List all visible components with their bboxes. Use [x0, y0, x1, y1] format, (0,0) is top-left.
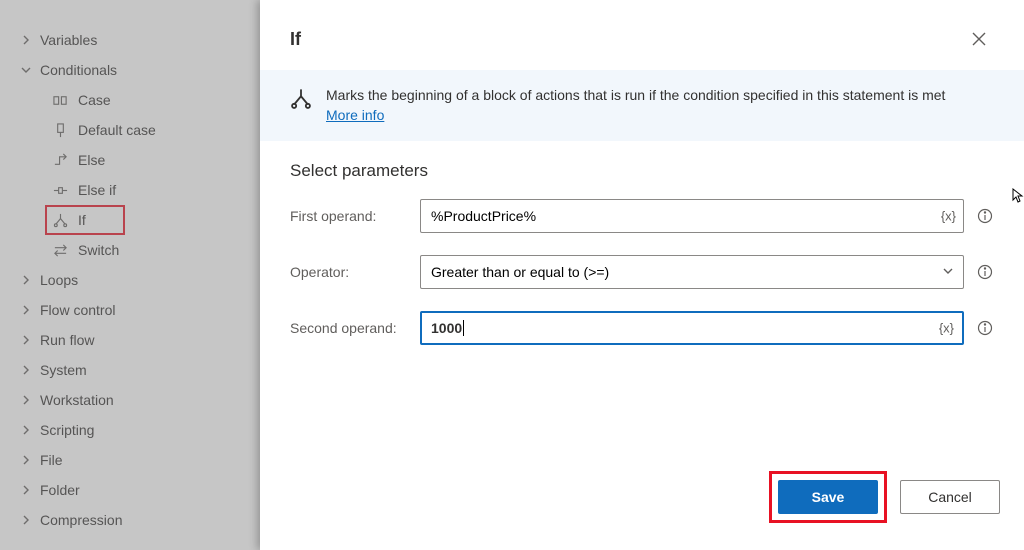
default-case-icon	[52, 122, 68, 138]
tree-item-if[interactable]: If	[45, 205, 125, 235]
save-button[interactable]: Save	[778, 480, 878, 514]
chevron-right-icon	[20, 364, 32, 376]
first-operand-input[interactable]	[420, 199, 964, 233]
tree-label: Else if	[78, 182, 116, 198]
tree-item-conditionals[interactable]: Conditionals	[0, 55, 260, 85]
tree-label: Flow control	[40, 302, 115, 318]
chevron-right-icon	[20, 34, 32, 46]
field-operator: Operator:	[290, 255, 994, 289]
tree-item-elseif[interactable]: Else if	[0, 175, 260, 205]
tree-label: Case	[78, 92, 111, 108]
chevron-down-icon	[20, 64, 32, 76]
chevron-right-icon	[20, 424, 32, 436]
panel-footer: Save Cancel	[260, 460, 1024, 550]
info-icon[interactable]	[976, 263, 994, 281]
tree-item-case[interactable]: Case	[0, 85, 260, 115]
switch-icon	[52, 242, 68, 258]
text-caret	[463, 320, 464, 336]
tree-item-default-case[interactable]: Default case	[0, 115, 260, 145]
chevron-right-icon	[20, 304, 32, 316]
case-icon	[52, 92, 68, 108]
info-icon[interactable]	[976, 207, 994, 225]
tree-item-loops[interactable]: Loops	[0, 265, 260, 295]
save-highlight: Save	[772, 474, 884, 520]
tree-item-file[interactable]: File	[0, 445, 260, 475]
tree-item-scripting[interactable]: Scripting	[0, 415, 260, 445]
second-operand-input[interactable]: 1000	[420, 311, 964, 345]
tree-label: Else	[78, 152, 105, 168]
tree-item-switch[interactable]: Switch	[0, 235, 260, 265]
tree-label: Conditionals	[40, 62, 117, 78]
chevron-right-icon	[20, 274, 32, 286]
tree-item-run-flow[interactable]: Run flow	[0, 325, 260, 355]
mouse-cursor-icon	[1012, 188, 1024, 207]
tree-item-workstation[interactable]: Workstation	[0, 385, 260, 415]
tree-item-variables[interactable]: Variables	[0, 25, 260, 55]
tree-item-else[interactable]: Else	[0, 145, 260, 175]
tree-label: System	[40, 362, 87, 378]
more-info-link[interactable]: More info	[326, 107, 384, 123]
operator-select[interactable]	[420, 255, 964, 289]
chevron-right-icon	[20, 454, 32, 466]
tree-item-compression[interactable]: Compression	[0, 505, 260, 535]
tree-label: Run flow	[40, 332, 94, 348]
tree-label: Folder	[40, 482, 80, 498]
tree-item-flow-control[interactable]: Flow control	[0, 295, 260, 325]
if-icon	[290, 88, 312, 110]
tree-label: Switch	[78, 242, 119, 258]
description-bar: Marks the beginning of a block of action…	[260, 70, 1024, 141]
tree-label: If	[78, 212, 86, 228]
tree-label: Loops	[40, 272, 78, 288]
else-icon	[52, 152, 68, 168]
elseif-icon	[52, 182, 68, 198]
tree-label: File	[40, 452, 63, 468]
panel-title: If	[290, 29, 301, 50]
actions-sidebar: Variables Conditionals Case Default case	[0, 0, 260, 550]
tree-item-folder[interactable]: Folder	[0, 475, 260, 505]
field-label: Operator:	[290, 264, 420, 280]
action-config-panel: If Marks the beginning of a block of act…	[260, 0, 1024, 550]
description-text: Marks the beginning of a block of action…	[326, 87, 945, 103]
tree-label: Variables	[40, 32, 97, 48]
close-button[interactable]	[964, 24, 994, 54]
cancel-button[interactable]: Cancel	[900, 480, 1000, 514]
field-first-operand: First operand: {x}	[290, 199, 994, 233]
tree-label: Default case	[78, 122, 156, 138]
tree-label: Scripting	[40, 422, 94, 438]
field-second-operand: Second operand: 1000 {x}	[290, 311, 994, 345]
chevron-right-icon	[20, 394, 32, 406]
chevron-right-icon	[20, 484, 32, 496]
input-value: 1000	[431, 320, 462, 336]
chevron-right-icon	[20, 514, 32, 526]
info-icon[interactable]	[976, 319, 994, 337]
tree-label: Workstation	[40, 392, 114, 408]
field-label: First operand:	[290, 208, 420, 224]
if-icon	[52, 212, 68, 228]
chevron-right-icon	[20, 334, 32, 346]
tree-item-system[interactable]: System	[0, 355, 260, 385]
section-title: Select parameters	[290, 161, 994, 181]
tree-label: Compression	[40, 512, 122, 528]
field-label: Second operand:	[290, 320, 420, 336]
